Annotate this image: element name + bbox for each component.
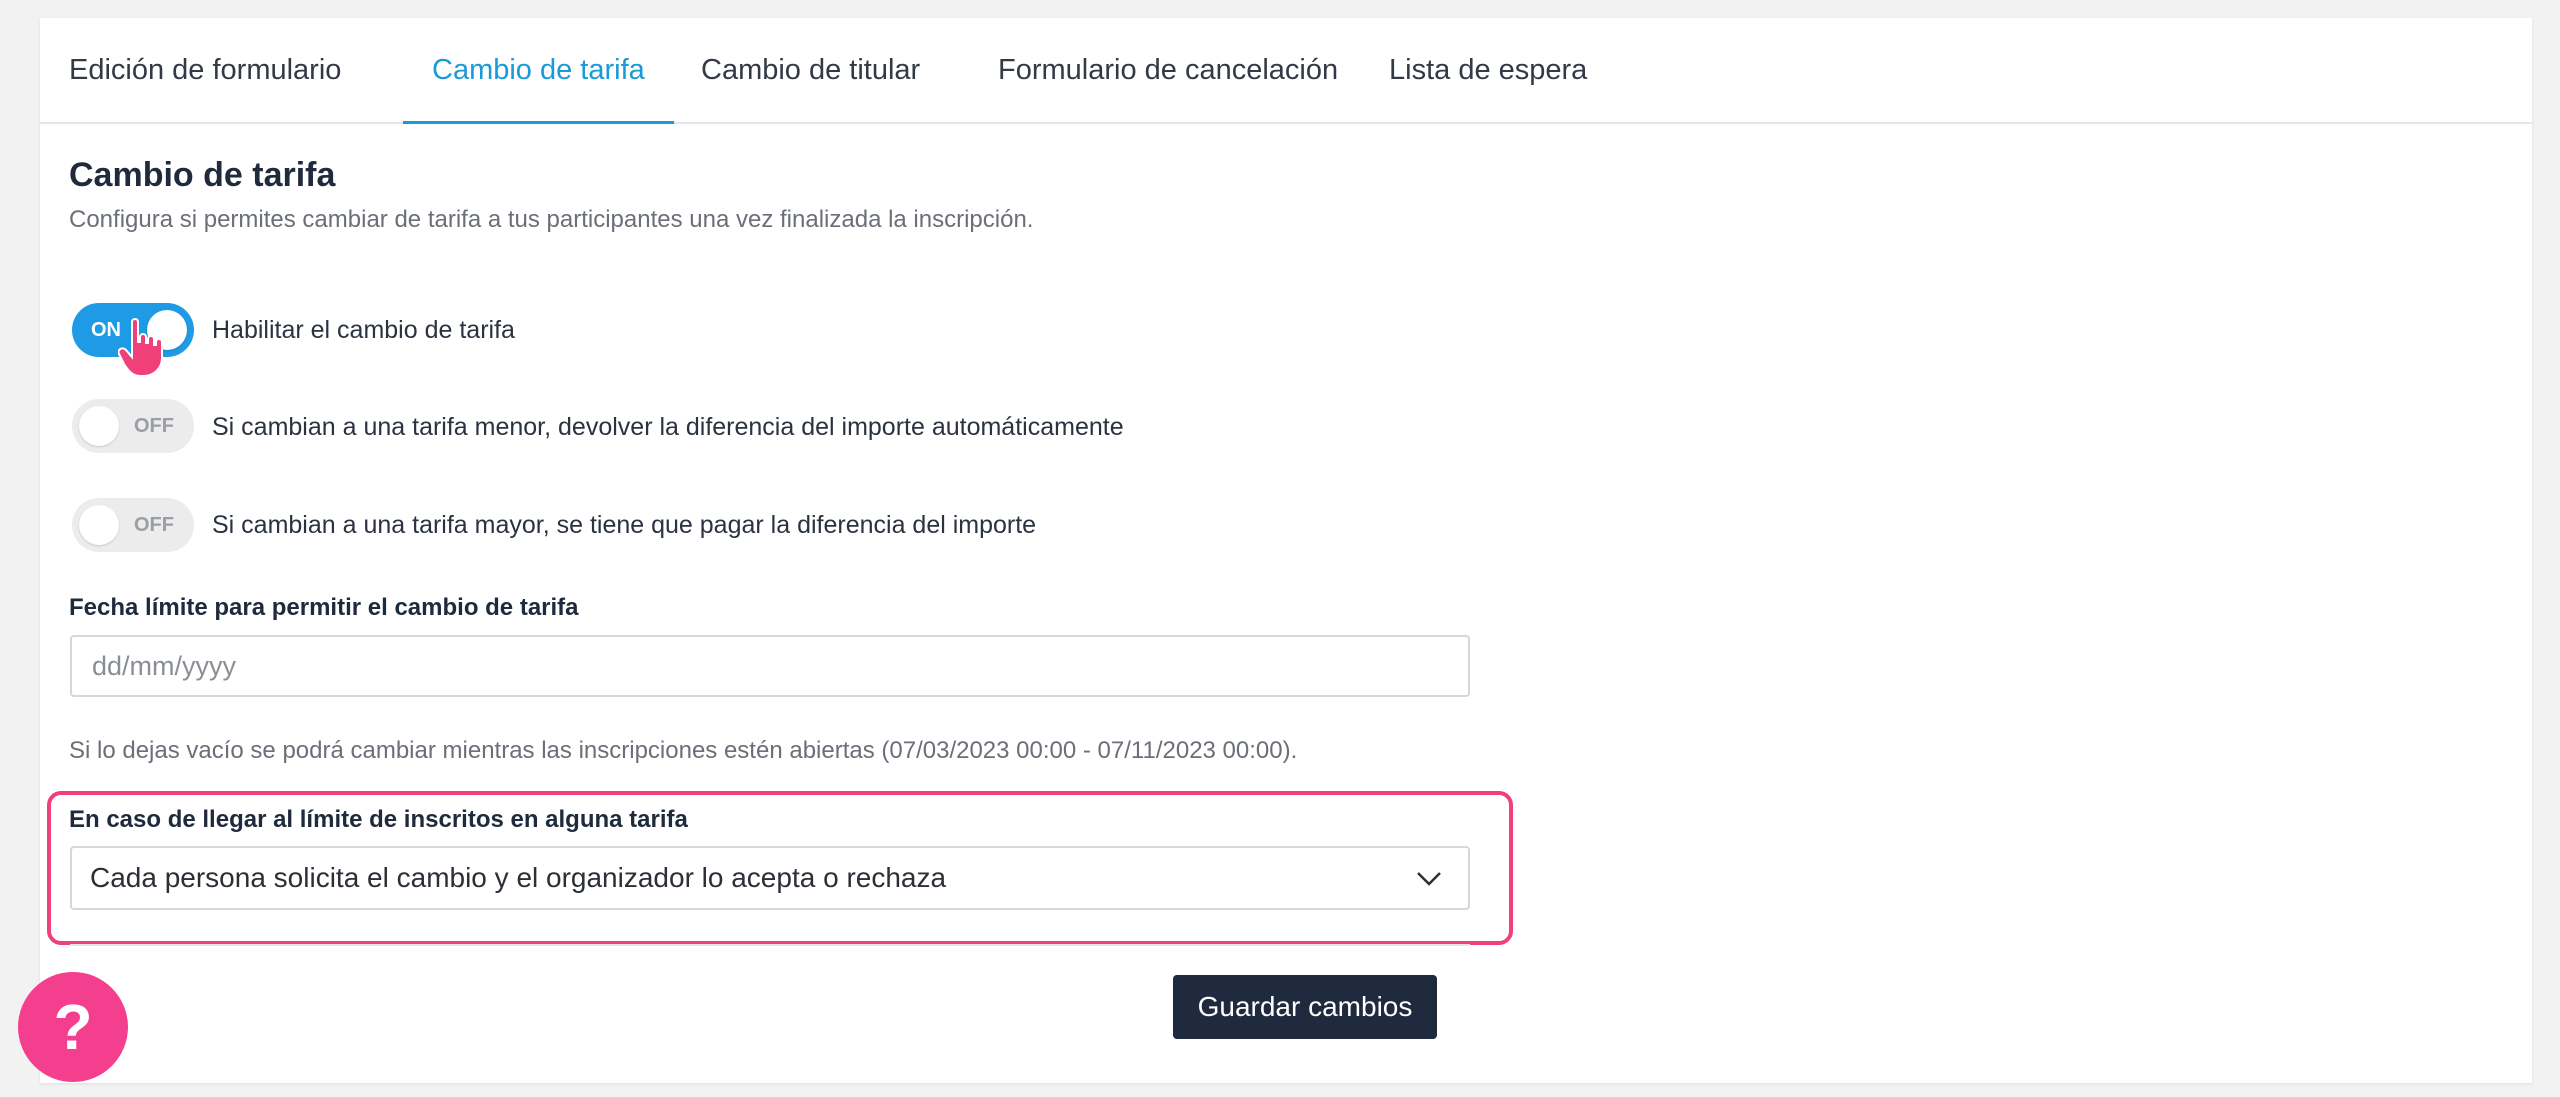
deadline-date-input[interactable] — [70, 635, 1470, 697]
pointing-hand-icon — [118, 318, 163, 377]
tab-bar: Edición de formulario Cambio de tarifa C… — [40, 18, 2532, 124]
limit-policy-value: Cada persona solicita el cambio y el org… — [90, 862, 947, 893]
pay-difference-toggle[interactable]: OFF — [72, 498, 194, 552]
refund-difference-toggle[interactable]: OFF — [72, 399, 194, 453]
save-button[interactable]: Guardar cambios — [1173, 975, 1437, 1039]
toggle-state-text: OFF — [134, 514, 174, 536]
tab-waiting-list[interactable]: Lista de espera — [1360, 18, 1616, 122]
section-subtitle: Configura si permites cambiar de tarifa … — [69, 206, 1034, 233]
toggle-knob — [79, 505, 119, 545]
toggle-state-text: OFF — [134, 415, 174, 437]
deadline-hint: Si lo dejas vacío se podrá cambiar mient… — [69, 737, 1298, 764]
pay-difference-label: Si cambian a una tarifa mayor, se tiene … — [212, 511, 1037, 539]
divider — [70, 944, 1470, 946]
enable-rate-change-label: Habilitar el cambio de tarifa — [212, 316, 515, 344]
toggle-state-text: ON — [91, 319, 121, 341]
settings-card: Edición de formulario Cambio de tarifa C… — [40, 18, 2532, 1083]
tab-rate-change[interactable]: Cambio de tarifa — [403, 18, 674, 124]
limit-policy-select[interactable]: Cada persona solicita el cambio y el org… — [70, 846, 1470, 910]
help-icon: ? — [53, 991, 93, 1063]
help-button[interactable]: ? — [18, 972, 128, 1082]
toggle-knob — [79, 406, 119, 446]
limit-label: En caso de llegar al límite de inscritos… — [69, 806, 688, 833]
tab-holder-change[interactable]: Cambio de titular — [672, 18, 949, 122]
deadline-label: Fecha límite para permitir el cambio de … — [69, 594, 579, 621]
chevron-down-icon — [1417, 872, 1441, 886]
tab-form-edit[interactable]: Edición de formulario — [40, 18, 370, 122]
tab-cancellation-form[interactable]: Formulario de cancelación — [969, 18, 1367, 122]
section-title: Cambio de tarifa — [69, 156, 336, 194]
refund-difference-label: Si cambian a una tarifa menor, devolver … — [212, 413, 1124, 441]
